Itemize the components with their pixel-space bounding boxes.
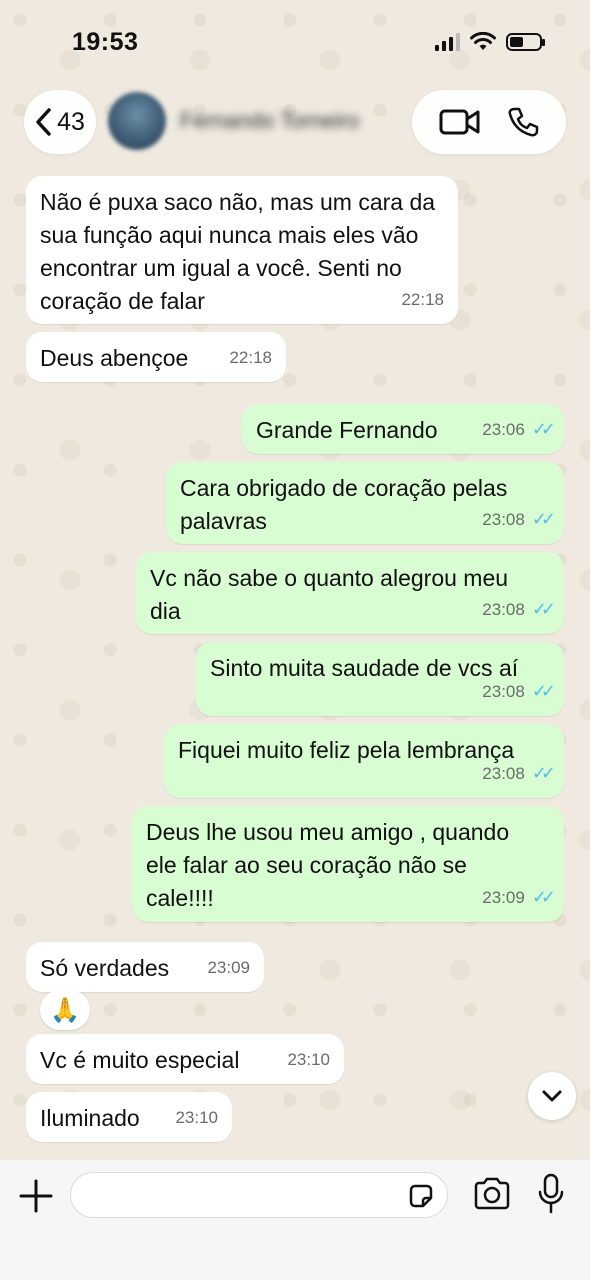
message-list: Não é puxa saco não, mas um cara da sua …: [0, 0, 590, 1160]
message-time: 22:18: [229, 348, 272, 367]
back-button[interactable]: 43: [24, 90, 96, 154]
message-text: Só verdades: [40, 955, 170, 981]
message-time: 23:10: [287, 1050, 330, 1069]
message-bubble[interactable]: Só verdades 23:09: [26, 942, 264, 992]
status-bar: 19:53: [0, 0, 590, 88]
double-check-icon: ✓✓: [531, 887, 556, 907]
message-bubble[interactable]: Vc é muito especial 23:10: [26, 1034, 344, 1084]
message-time: 22:18: [401, 290, 444, 309]
message-reaction[interactable]: 🙏: [40, 990, 90, 1030]
message-time: 23:09 ✓✓: [482, 881, 556, 914]
message-text: Fiquei muito feliz pela lembrança: [178, 737, 515, 763]
message-time: 23:06 ✓✓: [482, 413, 556, 446]
message-time: 23:09: [207, 958, 250, 977]
battery-icon: [506, 33, 545, 51]
video-call-icon[interactable]: [439, 107, 481, 137]
message-text: Iluminado: [40, 1105, 140, 1131]
message-bubble[interactable]: Não é puxa saco não, mas um cara da sua …: [26, 176, 458, 324]
phone-icon[interactable]: [507, 106, 539, 138]
message-text: Vc é muito especial: [40, 1047, 240, 1073]
message-text: Vc não sabe o quanto alegrou meu dia: [150, 565, 509, 624]
double-check-icon: ✓✓: [531, 509, 556, 529]
double-check-icon: ✓✓: [531, 419, 556, 439]
status-time: 19:53: [72, 28, 139, 56]
message-time: 23:08 ✓✓: [482, 503, 556, 536]
signal-icon: [435, 33, 460, 51]
message-bubble[interactable]: Grande Fernando 23:06 ✓✓: [242, 404, 564, 454]
sticker-icon[interactable]: [407, 1182, 435, 1210]
message-time: 23:08 ✓✓: [482, 675, 556, 708]
message-bubble[interactable]: Cara obrigado de coração pelas palavras …: [166, 462, 564, 544]
message-input[interactable]: [71, 1173, 381, 1217]
message-bubble[interactable]: Vc não sabe o quanto alegrou meu dia 23:…: [136, 552, 564, 634]
message-bubble[interactable]: Fiquei muito feliz pela lembrança 23:08 ✓…: [164, 724, 564, 798]
message-text: Grande Fernando: [256, 417, 438, 443]
double-check-icon: ✓✓: [531, 763, 556, 783]
mic-icon[interactable]: [536, 1172, 566, 1216]
message-time: 23:08 ✓✓: [482, 593, 556, 626]
message-text: Deus abençoe: [40, 345, 189, 371]
message-input-field[interactable]: [70, 1172, 448, 1218]
message-time: 23:08 ✓✓: [482, 757, 556, 790]
chevron-down-icon: [542, 1090, 562, 1102]
message-bubble[interactable]: Iluminado 23:10: [26, 1092, 232, 1142]
wifi-icon: [470, 32, 496, 50]
double-check-icon: ✓✓: [531, 681, 556, 701]
message-bubble[interactable]: Deus lhe usou meu amigo , quando ele fal…: [132, 806, 564, 922]
message-bubble[interactable]: Sinto muita saudade de vcs aí 23:08 ✓✓: [196, 642, 564, 716]
message-bubble[interactable]: Deus abençoe 22:18: [26, 332, 286, 382]
message-text: Cara obrigado de coração pelas palavras: [180, 475, 508, 534]
chat-header: 43 Fernando Torneiro: [0, 88, 590, 164]
status-icons: [435, 32, 545, 52]
scroll-to-bottom-button[interactable]: [528, 1072, 576, 1120]
call-actions: [412, 90, 566, 154]
double-check-icon: ✓✓: [531, 599, 556, 619]
avatar[interactable]: [108, 92, 166, 150]
compose-bar: [0, 1160, 590, 1280]
unread-count: 43: [57, 107, 85, 136]
message-text: Deus lhe usou meu amigo , quando ele fal…: [146, 819, 510, 911]
contact-name[interactable]: Fernando Torneiro: [180, 108, 359, 134]
camera-icon[interactable]: [472, 1176, 512, 1212]
message-text: Não é puxa saco não, mas um cara da sua …: [40, 189, 436, 314]
back-chevron-icon: [36, 108, 51, 136]
plus-icon[interactable]: [16, 1176, 56, 1216]
message-time: 23:10: [175, 1108, 218, 1127]
message-text: Sinto muita saudade de vcs aí: [210, 655, 519, 681]
